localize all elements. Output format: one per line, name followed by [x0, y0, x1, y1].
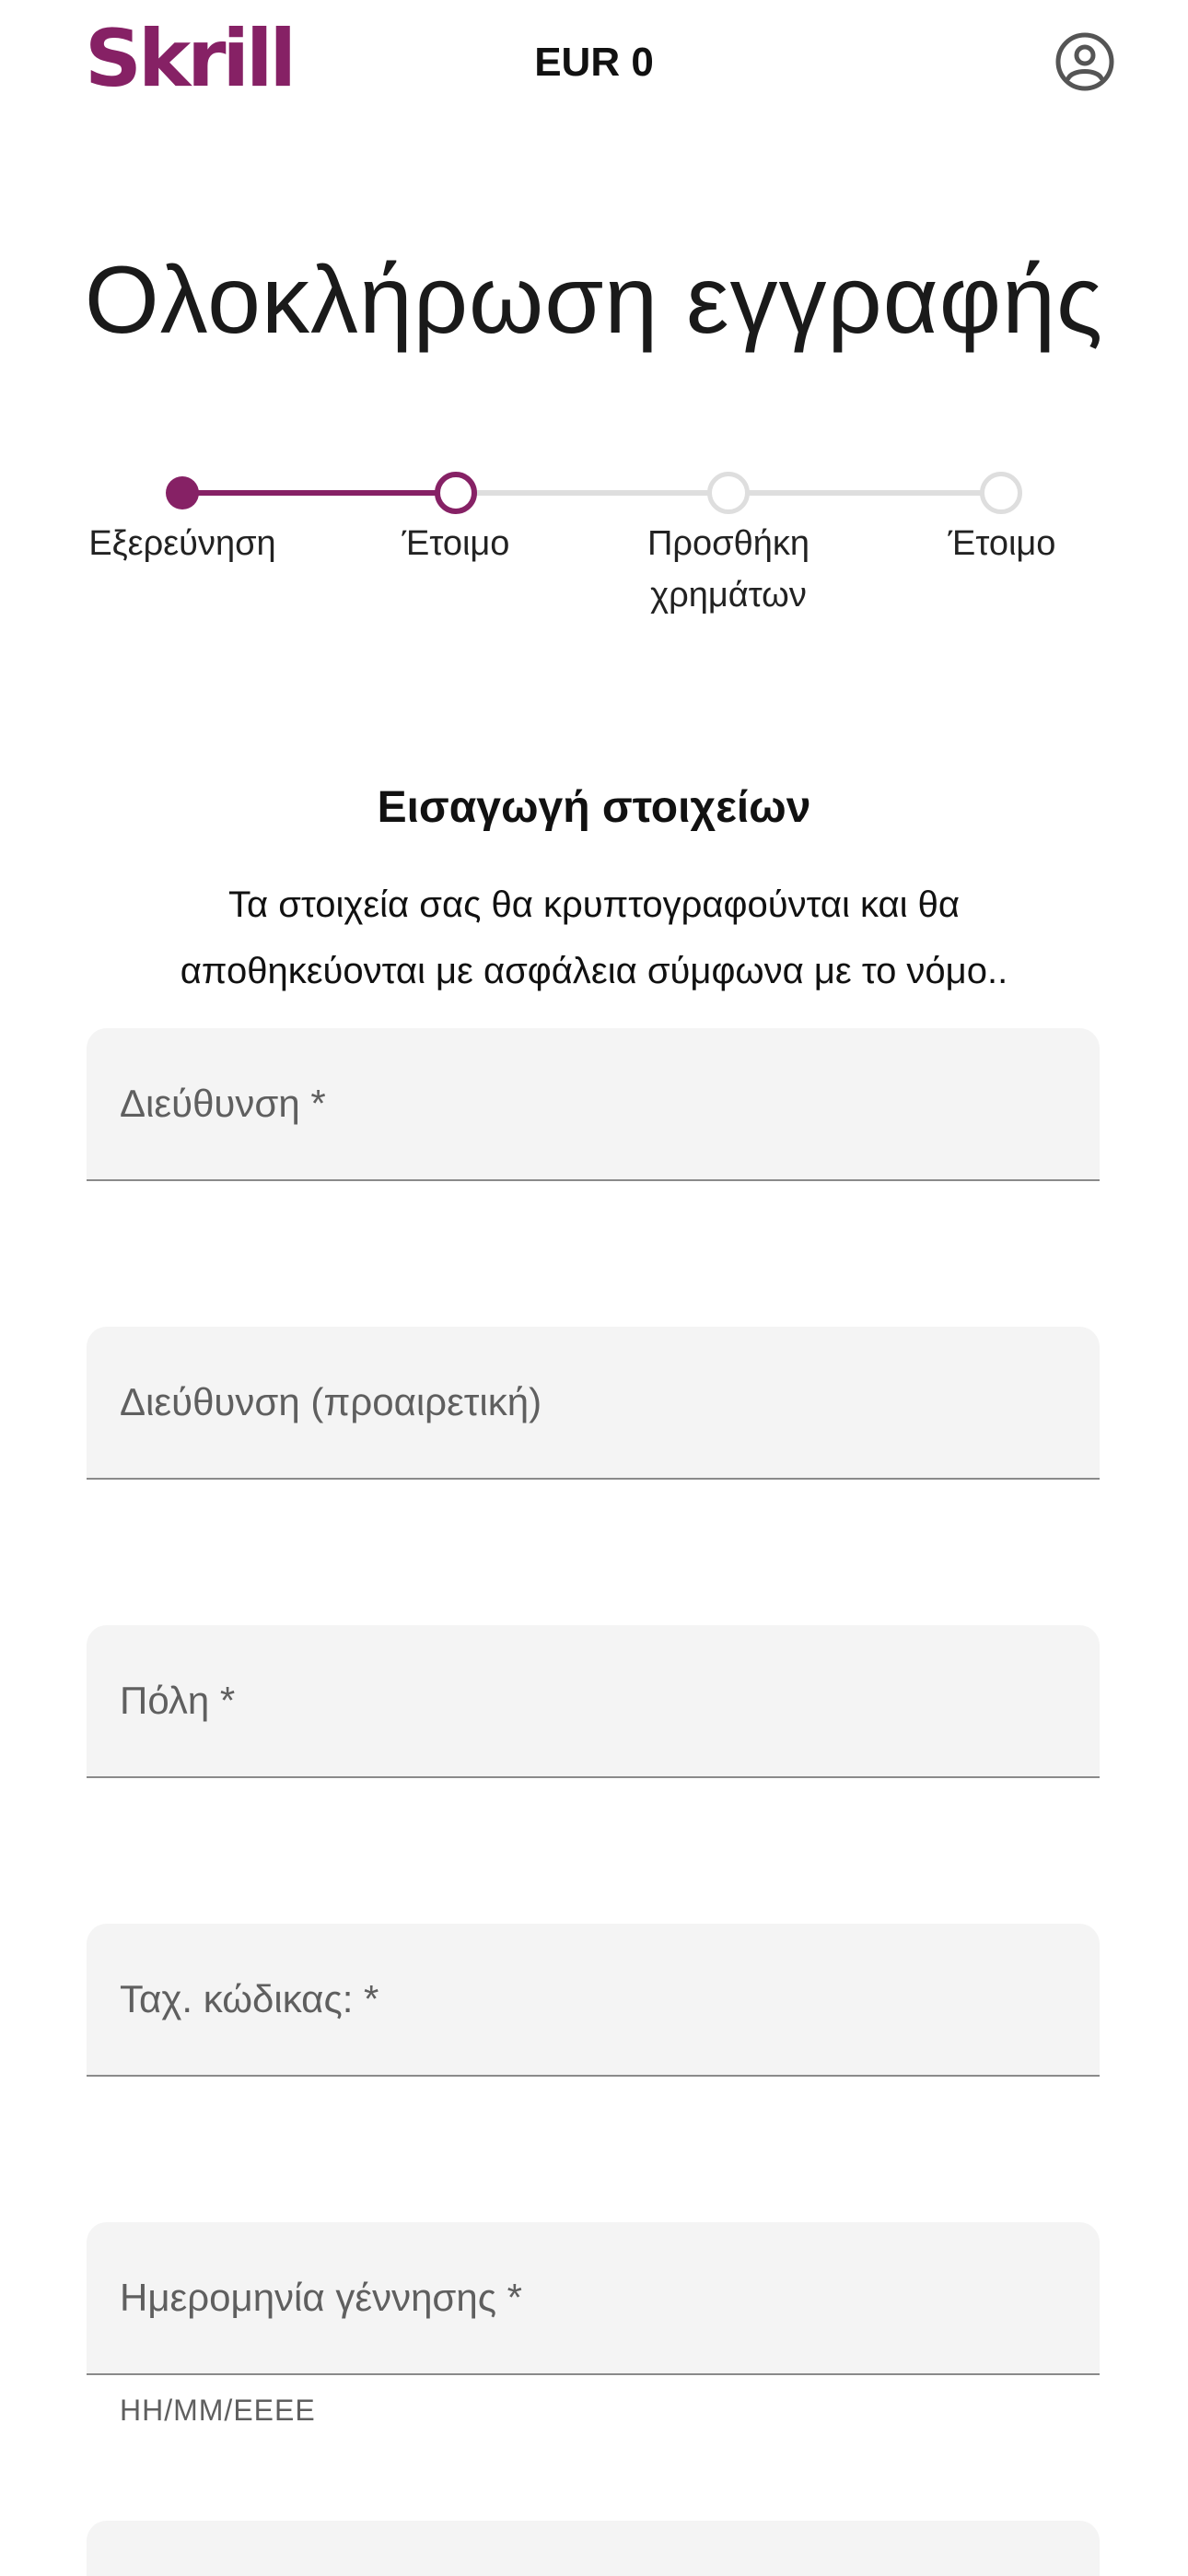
step-2-label: Έτοιμο	[402, 524, 510, 563]
user-circle-icon	[1055, 32, 1114, 91]
address-optional-field-label: Διεύθυνση (προαιρετική)	[120, 1380, 542, 1423]
step-1-label: Εξερεύνηση	[88, 524, 276, 563]
step-4-label: Έτοιμο	[948, 524, 1056, 563]
date-of-birth-helper: ΗΗ/ΜΜ/ΕΕΕΕ	[120, 2394, 316, 2427]
address-field-label: Διεύθυνση *	[120, 1082, 326, 1125]
next-form-field[interactable]	[87, 2521, 1100, 2576]
section-description: Τα στοιχεία σας θα κρυπτογραφούνται και …	[180, 884, 1008, 991]
registration-page: Skrill EUR 0 Ολοκλήρωση εγγραφής Εξερεύν…	[0, 0, 1188, 2576]
balance-display: EUR 0	[534, 40, 654, 85]
step-4-indicator	[980, 472, 1022, 514]
step-2-indicator	[435, 472, 477, 514]
step-3-indicator	[707, 472, 750, 514]
stepper-track-complete	[182, 490, 456, 496]
address-optional-field[interactable]: Διεύθυνση (προαιρετική)	[87, 1327, 1100, 1480]
step-3-label: Προσθήκη χρημάτων	[646, 524, 810, 615]
step-1-indicator	[166, 476, 199, 509]
city-field-label: Πόλη *	[120, 1679, 236, 1722]
page-title: Ολοκλήρωση εγγραφής	[84, 247, 1104, 354]
address-field[interactable]: Διεύθυνση *	[87, 1028, 1100, 1181]
postcode-field[interactable]: Ταχ. κώδικας: *	[87, 1924, 1100, 2077]
date-of-birth-field[interactable]: Ημερομηνία γέννησης *	[87, 2222, 1100, 2375]
account-button[interactable]	[1054, 31, 1115, 92]
postcode-field-label: Ταχ. κώδικας: *	[120, 1977, 379, 2020]
section-title: Εισαγωγή στοιχείων	[377, 783, 811, 832]
date-of-birth-field-label: Ημερομηνία γέννησης *	[120, 2276, 522, 2319]
city-field[interactable]: Πόλη *	[87, 1625, 1100, 1778]
